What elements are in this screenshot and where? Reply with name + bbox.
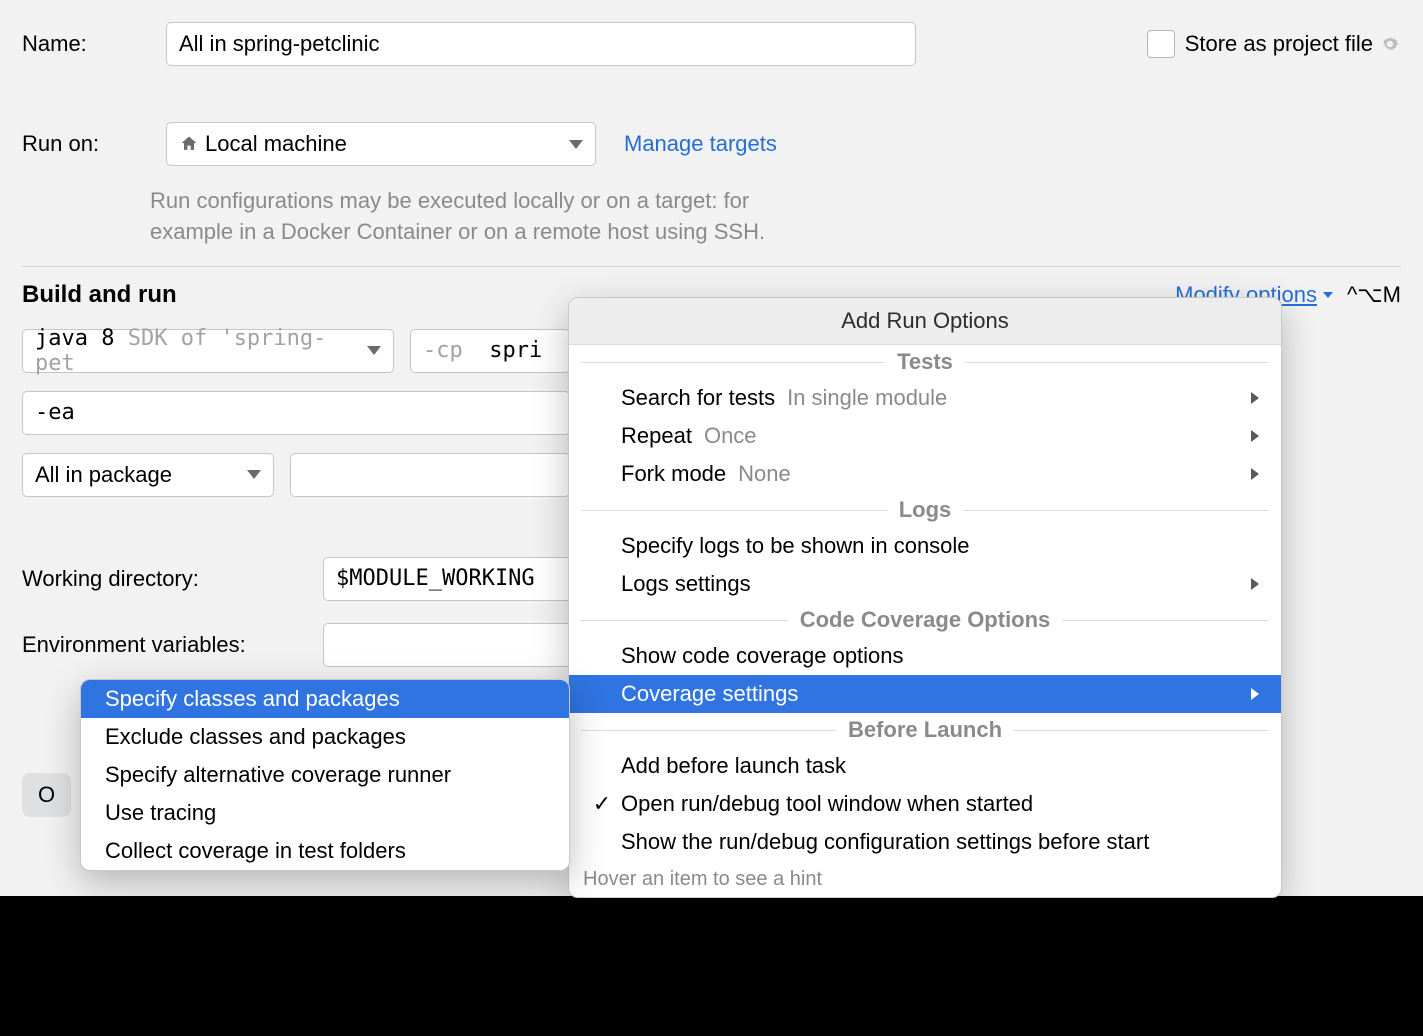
chevron-right-icon xyxy=(1251,468,1259,480)
submenu-item-collect-test-folders[interactable]: Collect coverage in test folders xyxy=(81,832,569,870)
popup-item-show-coverage[interactable]: Show code coverage options xyxy=(569,637,1281,675)
name-input[interactable]: All in spring-petclinic xyxy=(166,22,916,66)
chevron-right-icon xyxy=(1251,578,1259,590)
jdk-select[interactable]: java 8 SDK of 'spring-pet xyxy=(22,329,394,373)
submenu-item-alt-runner[interactable]: Specify alternative coverage runner xyxy=(81,756,569,794)
popup-footer-hint: Hover an item to see a hint xyxy=(569,861,1281,897)
env-vars-label: Environment variables: xyxy=(22,632,307,658)
popup-title: Add Run Options xyxy=(569,298,1281,345)
test-scope-value-input[interactable] xyxy=(290,453,570,497)
store-project-checkbox[interactable]: Store as project file xyxy=(1147,30,1373,58)
chevron-down-icon xyxy=(1321,282,1335,308)
coverage-settings-submenu: Specify classes and packages Exclude cla… xyxy=(80,679,570,871)
popup-item-search-for-tests[interactable]: Search for testsIn single module xyxy=(569,379,1281,417)
chevron-down-icon xyxy=(569,140,583,149)
popup-item-coverage-settings[interactable]: Coverage settings xyxy=(569,675,1281,713)
section-divider xyxy=(22,266,1401,267)
working-directory-input[interactable]: $MODULE_WORKING xyxy=(323,557,585,601)
popup-item-add-before-launch[interactable]: Add before launch task xyxy=(569,747,1281,785)
submenu-item-use-tracing[interactable]: Use tracing xyxy=(81,794,569,832)
add-run-options-popup: Add Run Options Tests Search for testsIn… xyxy=(568,297,1282,898)
run-on-select[interactable]: Local machine xyxy=(166,122,596,166)
check-icon: ✓ xyxy=(591,791,613,817)
checkbox-icon xyxy=(1147,30,1175,58)
run-on-label: Run on: xyxy=(22,131,150,157)
popup-item-open-tool-window[interactable]: ✓Open run/debug tool window when started xyxy=(569,785,1281,823)
popup-section-logs: Logs xyxy=(569,493,1281,527)
bottom-black-strip xyxy=(0,896,1423,1036)
chevron-right-icon xyxy=(1251,688,1259,700)
test-scope-select[interactable]: All in package xyxy=(22,453,274,497)
manage-targets-link[interactable]: Manage targets xyxy=(624,131,777,157)
run-on-hint: Run configurations may be executed local… xyxy=(150,186,1401,248)
working-directory-label: Working directory: xyxy=(22,566,307,592)
popup-item-repeat[interactable]: RepeatOnce xyxy=(569,417,1281,455)
popup-section-tests: Tests xyxy=(569,345,1281,379)
env-vars-input[interactable] xyxy=(323,623,585,667)
name-label: Name: xyxy=(22,31,150,57)
popup-item-specify-logs[interactable]: Specify logs to be shown in console xyxy=(569,527,1281,565)
popup-section-coverage: Code Coverage Options xyxy=(569,603,1281,637)
build-and-run-title: Build and run xyxy=(22,281,177,309)
popup-section-before-launch: Before Launch xyxy=(569,713,1281,747)
vm-options-input[interactable]: -ea xyxy=(22,391,570,435)
popup-item-logs-settings[interactable]: Logs settings xyxy=(569,565,1281,603)
chevron-down-icon xyxy=(247,470,261,479)
chevron-right-icon xyxy=(1251,392,1259,404)
popup-item-fork-mode[interactable]: Fork modeNone xyxy=(569,455,1281,493)
store-project-label: Store as project file xyxy=(1185,31,1373,57)
popup-item-show-settings-before-start[interactable]: Show the run/debug configuration setting… xyxy=(569,823,1281,861)
chevron-right-icon xyxy=(1251,430,1259,442)
submenu-item-exclude-classes[interactable]: Exclude classes and packages xyxy=(81,718,569,756)
modify-options-shortcut: ^⌥M xyxy=(1347,282,1401,308)
home-icon xyxy=(179,134,205,154)
submenu-item-specify-classes[interactable]: Specify classes and packages xyxy=(81,680,569,718)
open-tool-window-chip[interactable]: O xyxy=(22,773,71,817)
classpath-select[interactable]: -cp spri xyxy=(410,329,570,373)
gear-icon[interactable] xyxy=(1379,33,1401,55)
chevron-down-icon xyxy=(367,346,381,355)
